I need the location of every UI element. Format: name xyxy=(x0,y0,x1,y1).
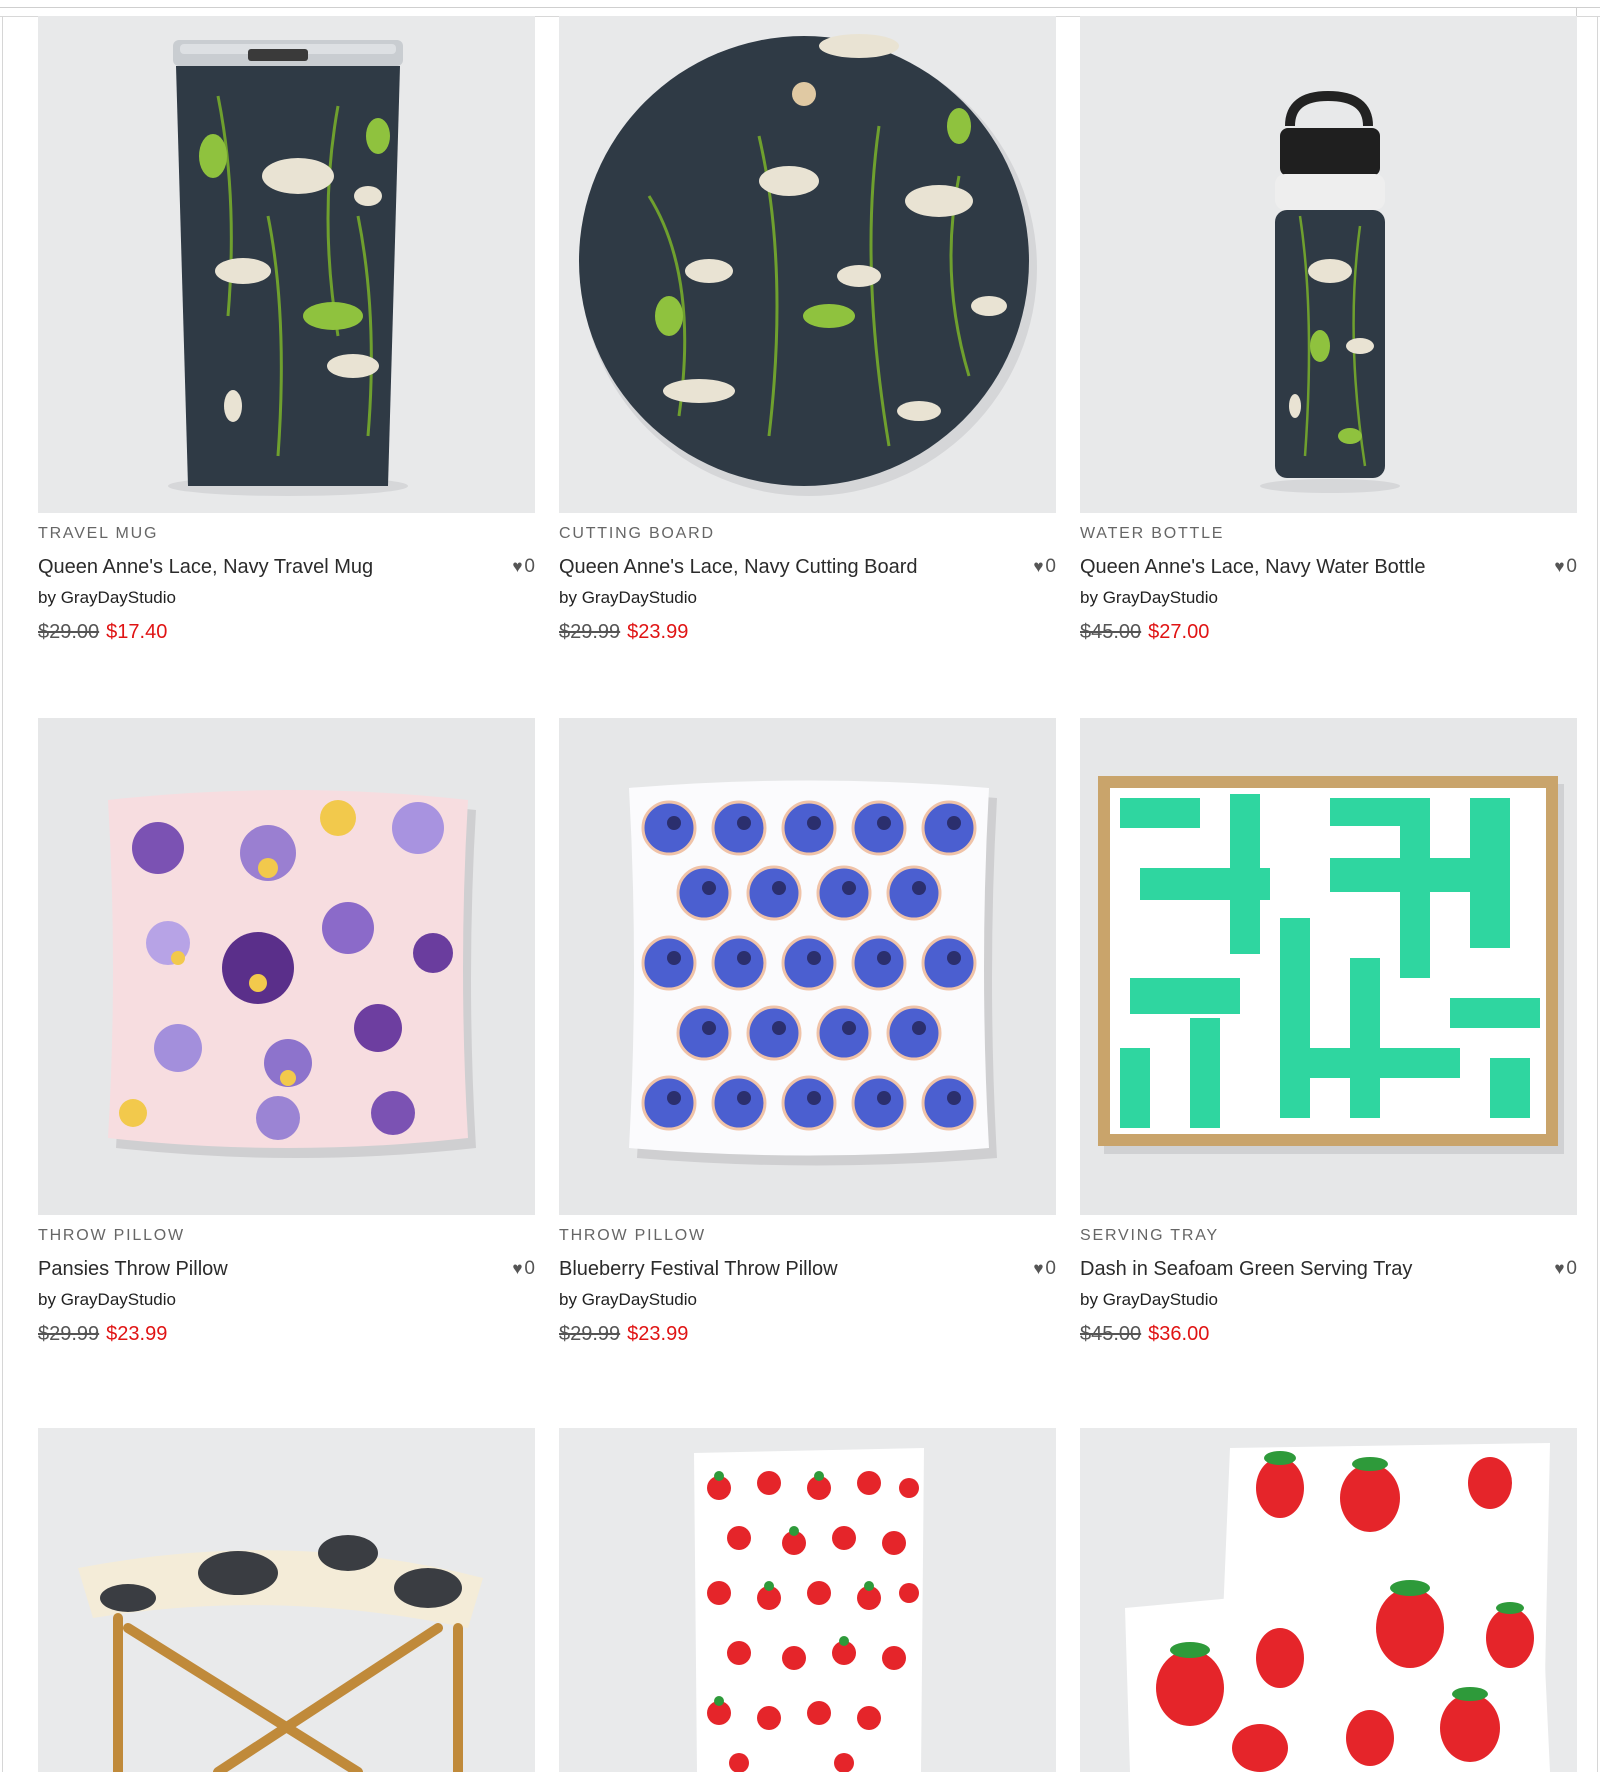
product-card-serving-tray[interactable]: SERVING TRAY Dash in Seafoam Green Servi… xyxy=(1080,718,1577,1385)
like-button[interactable]: ♥ 0 xyxy=(512,556,535,578)
sale-price: $23.99 xyxy=(627,621,689,643)
artist-line: by GrayDayStudio xyxy=(559,1290,697,1310)
top-divider xyxy=(0,7,1600,8)
artist-line: by GrayDayStudio xyxy=(1080,588,1218,608)
price: $29.00 $17.40 xyxy=(38,621,167,644)
frame-border-right xyxy=(1597,16,1598,1772)
heart-icon: ♥ xyxy=(1033,557,1044,576)
product-image-strawberry-towel[interactable] xyxy=(559,1428,1056,1772)
heart-icon: ♥ xyxy=(1554,1259,1565,1278)
original-price: $29.99 xyxy=(559,1323,621,1345)
sale-price: $23.99 xyxy=(106,1323,168,1345)
sale-price: $36.00 xyxy=(1148,1323,1210,1345)
by-label: by xyxy=(38,1290,56,1309)
price: $29.99 $23.99 xyxy=(559,621,688,644)
artist-link[interactable]: GrayDayStudio xyxy=(61,1290,176,1309)
heart-icon: ♥ xyxy=(1554,557,1565,576)
artist-link[interactable]: GrayDayStudio xyxy=(582,588,697,607)
artist-line: by GrayDayStudio xyxy=(38,1290,176,1310)
product-image-pansies-pillow[interactable] xyxy=(38,718,535,1215)
product-image-blueberry-pillow[interactable] xyxy=(559,718,1056,1215)
artist-line: by GrayDayStudio xyxy=(559,588,697,608)
sale-price: $27.00 xyxy=(1148,621,1210,643)
by-label: by xyxy=(559,1290,577,1309)
like-count: 0 xyxy=(524,556,535,577)
product-image-cutting-board[interactable] xyxy=(559,16,1056,513)
product-card-folding-stool[interactable] xyxy=(38,1428,535,1772)
product-category: CUTTING BOARD xyxy=(559,525,715,542)
original-price: $45.00 xyxy=(1080,1323,1142,1345)
like-button[interactable]: ♥ 0 xyxy=(1554,556,1577,578)
product-card-blueberry-pillow[interactable]: THROW PILLOW Blueberry Festival Throw Pi… xyxy=(559,718,1056,1385)
product-card-water-bottle[interactable]: WATER BOTTLE Queen Anne's Lace, Navy Wat… xyxy=(1080,16,1577,683)
artist-link[interactable]: GrayDayStudio xyxy=(61,588,176,607)
original-price: $45.00 xyxy=(1080,621,1142,643)
by-label: by xyxy=(559,588,577,607)
artist-link[interactable]: GrayDayStudio xyxy=(582,1290,697,1309)
like-count: 0 xyxy=(1566,556,1577,577)
like-button[interactable]: ♥ 0 xyxy=(1554,1258,1577,1280)
product-title[interactable]: Dash in Seafoam Green Serving Tray xyxy=(1080,1258,1412,1281)
price: $45.00 $36.00 xyxy=(1080,1323,1209,1346)
artist-line: by GrayDayStudio xyxy=(1080,1290,1218,1310)
product-image-folding-stool[interactable] xyxy=(38,1428,535,1772)
product-category: SERVING TRAY xyxy=(1080,1227,1219,1244)
product-image-strawberry-placemats[interactable] xyxy=(1080,1428,1577,1772)
artist-line: by GrayDayStudio xyxy=(38,588,176,608)
frame-border-left xyxy=(2,16,3,1772)
product-card-pansies-pillow[interactable]: THROW PILLOW Pansies Throw Pillow ♥ 0 by … xyxy=(38,718,535,1385)
like-count: 0 xyxy=(1045,556,1056,577)
like-button[interactable]: ♥ 0 xyxy=(1033,1258,1056,1280)
product-category: THROW PILLOW xyxy=(38,1227,185,1244)
heart-icon: ♥ xyxy=(512,1259,523,1278)
like-button[interactable]: ♥ 0 xyxy=(1033,556,1056,578)
product-category: WATER BOTTLE xyxy=(1080,525,1225,542)
original-price: $29.00 xyxy=(38,621,100,643)
price: $29.99 $23.99 xyxy=(559,1323,688,1346)
product-card-travel-mug[interactable]: TRAVEL MUG Queen Anne's Lace, Navy Trave… xyxy=(38,16,535,683)
product-card-cutting-board[interactable]: CUTTING BOARD Queen Anne's Lace, Navy Cu… xyxy=(559,16,1056,683)
artist-link[interactable]: GrayDayStudio xyxy=(1103,1290,1218,1309)
heart-icon: ♥ xyxy=(1033,1259,1044,1278)
product-title[interactable]: Queen Anne's Lace, Navy Water Bottle xyxy=(1080,556,1426,579)
browser-top-bar xyxy=(0,0,1600,17)
window-corner xyxy=(1576,8,1599,16)
by-label: by xyxy=(1080,1290,1098,1309)
product-image-water-bottle[interactable] xyxy=(1080,16,1577,513)
like-button[interactable]: ♥ 0 xyxy=(512,1258,535,1280)
product-card-strawberry-placemats[interactable] xyxy=(1080,1428,1577,1772)
sale-price: $17.40 xyxy=(106,621,168,643)
like-count: 0 xyxy=(1045,1258,1056,1279)
product-title[interactable]: Pansies Throw Pillow xyxy=(38,1258,228,1281)
product-image-serving-tray[interactable] xyxy=(1080,718,1577,1215)
product-title[interactable]: Queen Anne's Lace, Navy Travel Mug xyxy=(38,556,373,579)
original-price: $29.99 xyxy=(38,1323,100,1345)
product-image-travel-mug[interactable] xyxy=(38,16,535,513)
like-count: 0 xyxy=(1566,1258,1577,1279)
original-price: $29.99 xyxy=(559,621,621,643)
product-title[interactable]: Blueberry Festival Throw Pillow xyxy=(559,1258,838,1281)
by-label: by xyxy=(38,588,56,607)
product-card-strawberry-towel[interactable] xyxy=(559,1428,1056,1772)
product-category: TRAVEL MUG xyxy=(38,525,159,542)
like-count: 0 xyxy=(524,1258,535,1279)
by-label: by xyxy=(1080,588,1098,607)
product-title[interactable]: Queen Anne's Lace, Navy Cutting Board xyxy=(559,556,918,579)
sale-price: $23.99 xyxy=(627,1323,689,1345)
artist-link[interactable]: GrayDayStudio xyxy=(1103,588,1218,607)
price: $29.99 $23.99 xyxy=(38,1323,167,1346)
price: $45.00 $27.00 xyxy=(1080,621,1209,644)
heart-icon: ♥ xyxy=(512,557,523,576)
product-category: THROW PILLOW xyxy=(559,1227,706,1244)
